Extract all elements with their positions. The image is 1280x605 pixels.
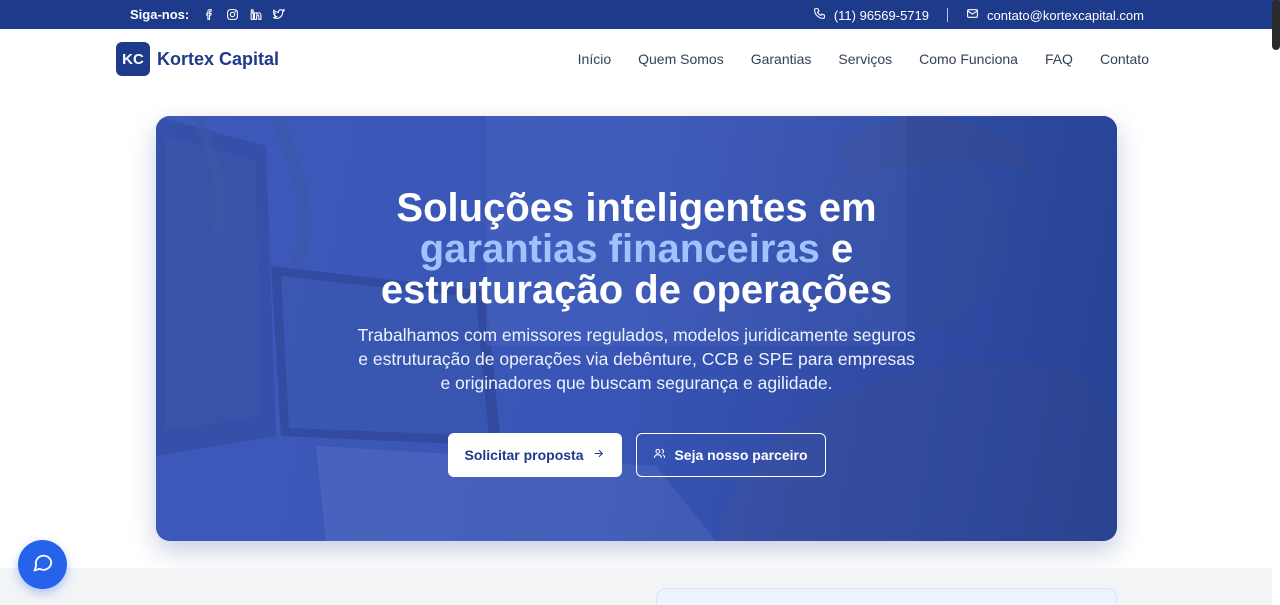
nav-item-inicio[interactable]: Início	[578, 51, 611, 67]
scrollbar[interactable]	[1272, 0, 1280, 50]
logo-badge: KC	[116, 42, 150, 76]
nav-item-contato[interactable]: Contato	[1100, 51, 1149, 67]
instagram-icon[interactable]	[226, 8, 239, 21]
become-partner-label: Seja nosso parceiro	[674, 447, 808, 463]
hero-title-after-accent: e	[819, 227, 854, 271]
phone-icon	[813, 7, 826, 23]
brand-logo[interactable]: KC Kortex Capital	[116, 42, 279, 76]
users-icon	[653, 447, 666, 463]
nav-item-servicos[interactable]: Serviços	[838, 51, 892, 67]
top-bar: Siga-nos: (11) 96569-5719 contato@kortex…	[0, 0, 1280, 29]
twitter-icon[interactable]	[272, 8, 286, 21]
nav-item-garantias[interactable]: Garantias	[751, 51, 812, 67]
social-links: Siga-nos:	[130, 7, 286, 22]
arrow-right-icon	[592, 447, 605, 463]
hero-banner: Soluções inteligentes em garantias finan…	[156, 116, 1117, 541]
hero-actions: Solicitar proposta Seja nosso parceiro	[156, 433, 1117, 477]
nav-item-como-funciona[interactable]: Como Funciona	[919, 51, 1018, 67]
linkedin-icon[interactable]	[249, 8, 262, 21]
nav-item-quem-somos[interactable]: Quem Somos	[638, 51, 724, 67]
request-proposal-button[interactable]: Solicitar proposta	[447, 433, 622, 477]
message-circle-icon	[32, 551, 54, 578]
next-section-card	[656, 588, 1117, 605]
become-partner-button[interactable]: Seja nosso parceiro	[635, 433, 826, 477]
hero-title-accent: garantias financeiras	[419, 227, 820, 271]
facebook-icon[interactable]	[203, 8, 216, 21]
chat-button[interactable]	[18, 540, 67, 589]
divider	[947, 8, 948, 22]
contact-info: (11) 96569-5719 contato@kortexcapital.co…	[813, 7, 1144, 23]
hero-content: Soluções inteligentes em garantias finan…	[156, 188, 1117, 477]
email-address[interactable]: contato@kortexcapital.com	[987, 8, 1144, 23]
brand-name: Kortex Capital	[157, 48, 280, 69]
phone-number[interactable]: (11) 96569-5719	[834, 8, 929, 23]
hero-title-line1: Soluções inteligentes em	[396, 186, 877, 230]
hero-title-line3: estruturação de operações	[380, 268, 893, 312]
request-proposal-label: Solicitar proposta	[464, 447, 584, 463]
hero-title: Soluções inteligentes em garantias finan…	[156, 188, 1117, 311]
main-nav: Início Quem Somos Garantias Serviços Com…	[578, 51, 1149, 67]
hero-subtitle: Trabalhamos com emissores regulados, mod…	[357, 325, 916, 393]
mail-icon	[966, 7, 979, 23]
nav-item-faq[interactable]: FAQ	[1045, 51, 1073, 67]
follow-label: Siga-nos:	[130, 7, 190, 22]
site-header: KC Kortex Capital Início Quem Somos Gara…	[0, 29, 1272, 89]
